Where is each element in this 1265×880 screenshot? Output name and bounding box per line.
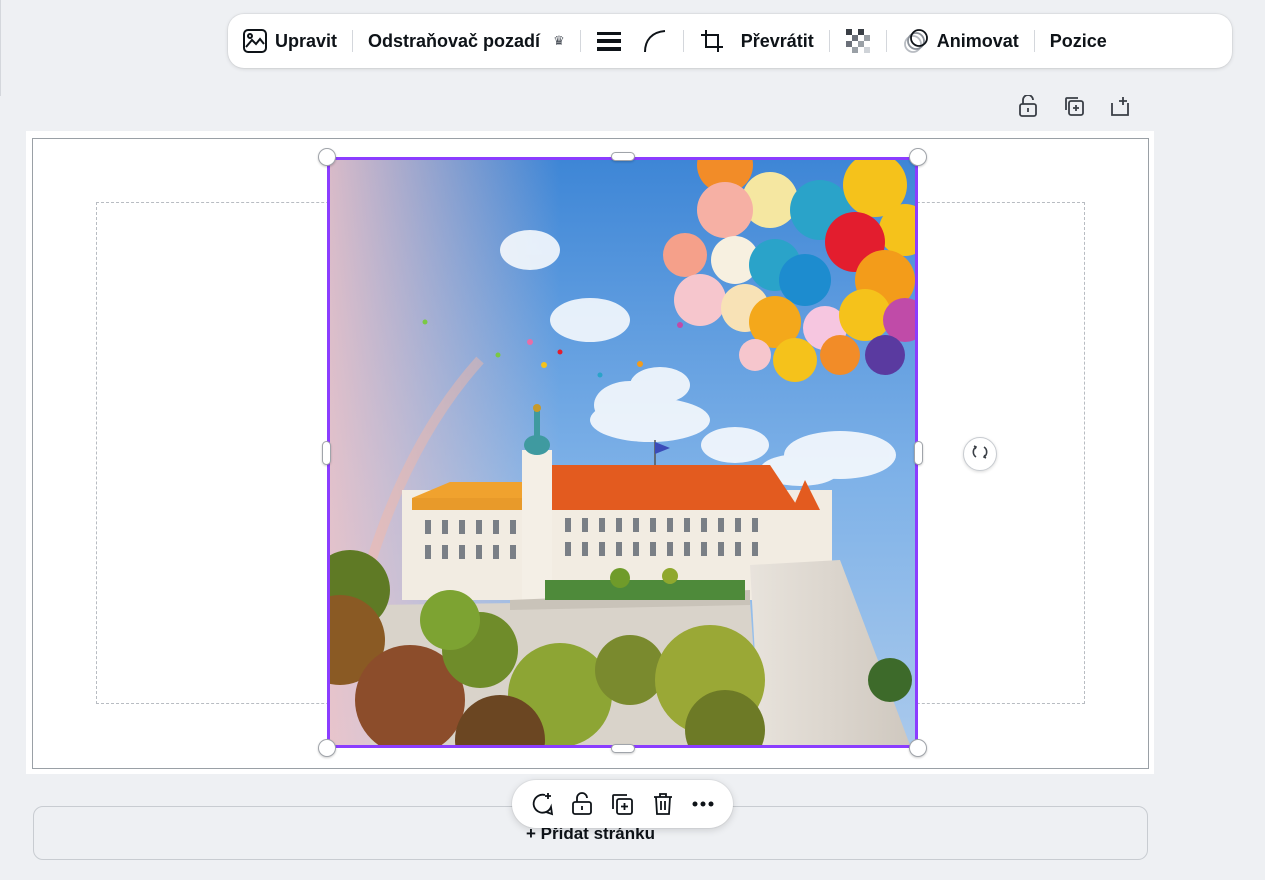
more-icon[interactable]: [689, 790, 717, 818]
transparency-button[interactable]: [845, 23, 871, 59]
edit-label: Upravit: [275, 30, 338, 51]
rotate-icon: [971, 443, 989, 466]
border-style-icon: [596, 29, 622, 53]
corner-rounding-icon: [642, 28, 668, 54]
panel-edge: [0, 0, 1, 96]
element-context-toolbar: [512, 780, 733, 828]
delete-icon[interactable]: [649, 790, 677, 818]
resize-handle-top[interactable]: [611, 152, 635, 161]
position-button[interactable]: Pozice: [1050, 23, 1107, 59]
resize-handle-right[interactable]: [914, 441, 923, 465]
animate-icon: [902, 27, 930, 55]
resize-handle-bottom[interactable]: [611, 744, 635, 753]
background-remover-label: Odstraňovač pozadí: [368, 30, 541, 51]
flip-label: Převrátit: [740, 30, 814, 51]
resize-handle-left[interactable]: [322, 441, 331, 465]
corner-rounding-button[interactable]: [642, 23, 668, 59]
toolbar-divider: [579, 30, 581, 52]
image-toolbar: Upravit Odstraňovač pozadí ♛ Převrátit A…: [228, 14, 1232, 68]
page-actions: [1016, 94, 1132, 118]
castle-with-balloons-image[interactable]: [327, 157, 918, 748]
toolbar-divider: [828, 30, 830, 52]
resize-handle-top-right[interactable]: [909, 148, 927, 166]
toolbar-divider: [352, 30, 354, 52]
add-page-icon[interactable]: [1108, 94, 1132, 118]
comment-icon[interactable]: [528, 790, 556, 818]
crop-button[interactable]: [699, 23, 725, 59]
crown-icon: ♛: [553, 33, 565, 48]
lock-icon[interactable]: [1016, 94, 1040, 118]
toolbar-divider: [1033, 30, 1035, 52]
position-label: Pozice: [1049, 30, 1107, 51]
transparency-icon: [845, 28, 871, 54]
rotate-handle[interactable]: [963, 437, 997, 471]
resize-handle-top-left[interactable]: [318, 148, 336, 166]
resize-handle-bottom-left[interactable]: [318, 739, 336, 757]
duplicate-page-icon[interactable]: [1062, 94, 1086, 118]
toolbar-divider: [682, 30, 684, 52]
flip-button[interactable]: Převrátit: [741, 23, 814, 59]
animate-button[interactable]: Animovat: [902, 23, 1019, 59]
toolbar-divider: [885, 30, 887, 52]
edit-image-icon: [242, 28, 268, 54]
lock-icon[interactable]: [568, 790, 596, 818]
duplicate-icon[interactable]: [608, 790, 636, 818]
background-remover-button[interactable]: Odstraňovač pozadí ♛: [368, 23, 565, 59]
border-style-button[interactable]: [596, 23, 622, 59]
edit-image-button[interactable]: Upravit: [242, 23, 337, 59]
animate-label: Animovat: [936, 30, 1019, 51]
resize-handle-bottom-right[interactable]: [909, 739, 927, 757]
crop-icon: [699, 28, 725, 54]
